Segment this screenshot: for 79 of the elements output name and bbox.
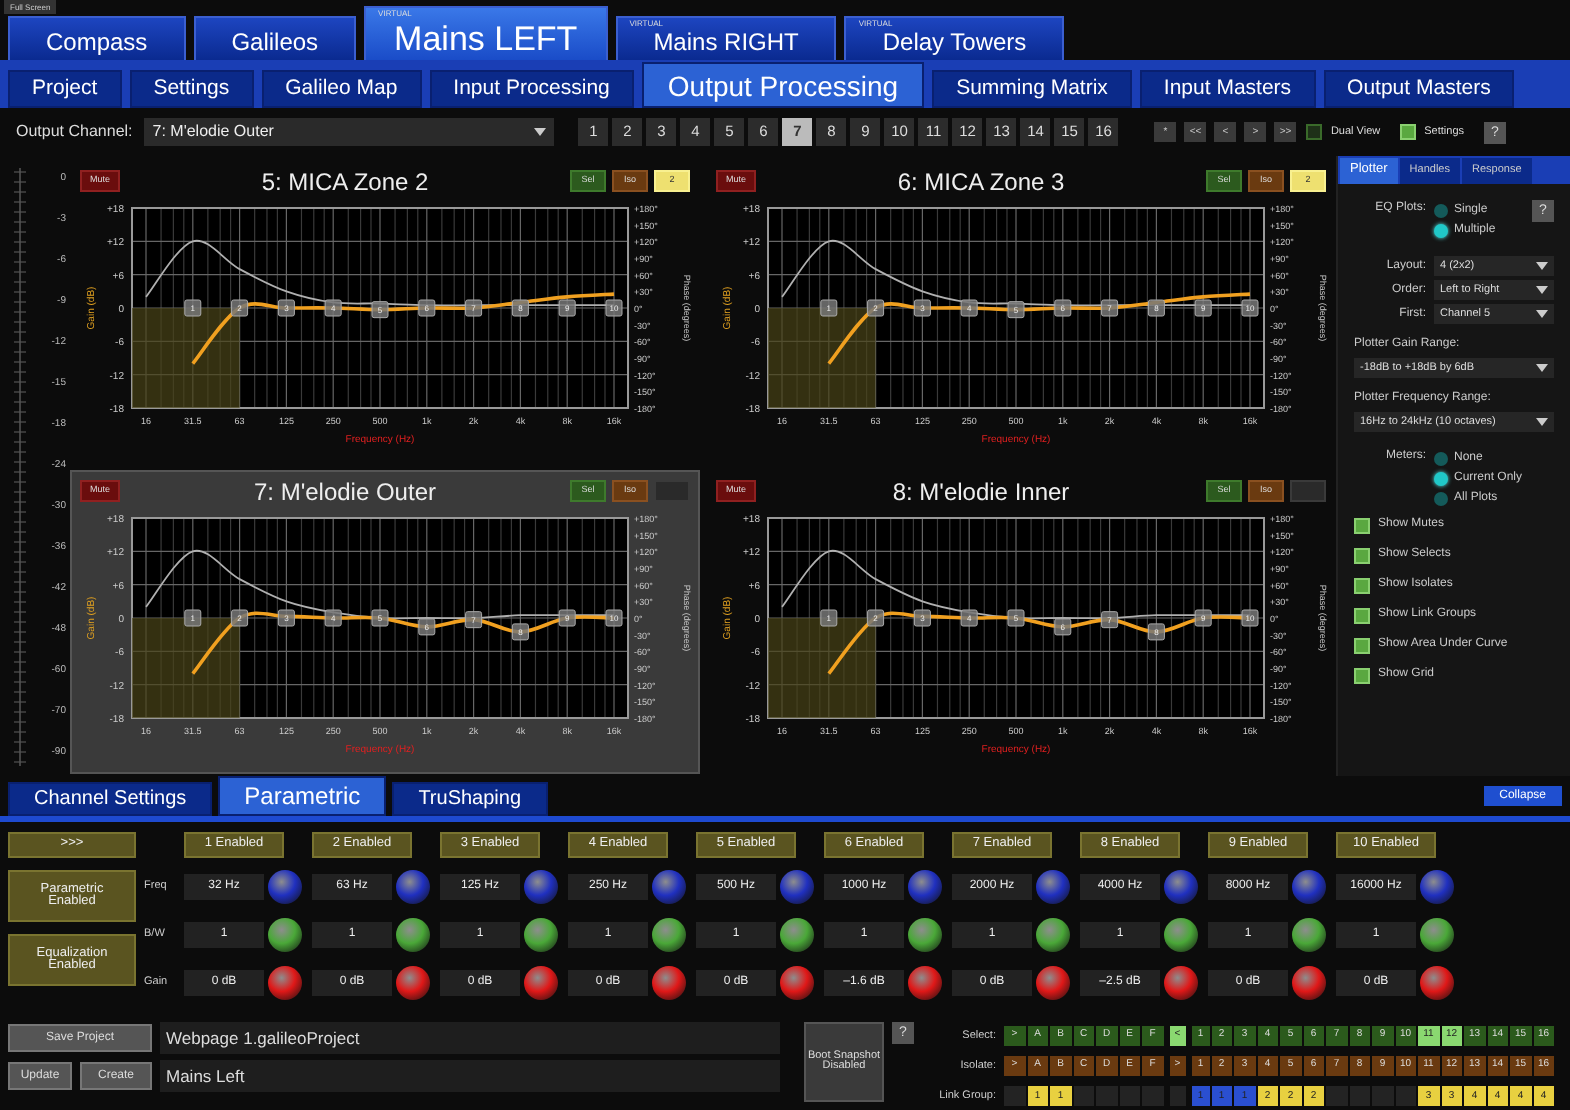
caret-icon (1536, 310, 1548, 318)
gain-knob[interactable] (652, 965, 686, 999)
frequency-knob[interactable] (1420, 869, 1454, 903)
area-under-curve (132, 308, 240, 408)
frequency-knob[interactable] (908, 869, 942, 903)
tab[interactable]: Output Masters (1323, 70, 1515, 108)
tab[interactable]: Parametric (218, 776, 387, 816)
gain-knob[interactable] (268, 965, 302, 999)
frequency-knob[interactable] (1164, 869, 1198, 903)
gain-knob[interactable] (1036, 965, 1070, 999)
gain-knob[interactable] (524, 965, 558, 999)
channel-label: Output Channel: (16, 120, 133, 144)
frequency-knob[interactable] (396, 869, 430, 903)
radio-button[interactable] (1434, 471, 1448, 485)
bandwidth-knob[interactable] (268, 917, 302, 951)
channel-dropdown[interactable]: 7: M'elodie Outer (144, 118, 555, 146)
bandwidth-knob[interactable] (1292, 917, 1326, 951)
tab[interactable]: Project (8, 70, 122, 108)
plot-title: 7: M'elodie Outer (251, 475, 438, 509)
caret-icon (1536, 418, 1548, 426)
project-file-field[interactable]: Webpage 1.galileoProject (160, 1022, 780, 1054)
bandwidth-knob[interactable] (652, 917, 686, 951)
bandwidth-knob[interactable] (396, 917, 430, 951)
area-under-curve (768, 308, 876, 408)
checkbox[interactable] (1354, 517, 1370, 533)
link-group-cell[interactable] (1073, 1086, 1094, 1107)
link-group-cell[interactable] (1395, 1086, 1416, 1107)
plot-title: 5: MICA Zone 2 (259, 165, 431, 199)
checkbox[interactable] (1354, 547, 1370, 563)
area-under-curve (768, 618, 876, 718)
tab[interactable]: Channel Settings (8, 782, 213, 816)
caret-icon (534, 128, 547, 136)
plot-title: 8: M'elodie Inner (890, 475, 1072, 509)
gain-knob[interactable] (780, 965, 814, 999)
bandwidth-knob[interactable] (780, 917, 814, 951)
checkbox[interactable] (1354, 637, 1370, 653)
tab[interactable]: TruShaping (392, 782, 548, 816)
gain-knob[interactable] (1292, 965, 1326, 999)
frequency-knob[interactable] (524, 869, 558, 903)
link-group-cell[interactable] (1326, 1086, 1347, 1107)
tab[interactable]: Galileo Map (261, 70, 422, 108)
frequency-knob[interactable] (1292, 869, 1326, 903)
bandwidth-knob[interactable] (908, 917, 942, 951)
area-under-curve (132, 618, 240, 718)
gain-knob[interactable] (1420, 965, 1454, 999)
tab[interactable]: Input Masters (1139, 70, 1316, 108)
bandwidth-knob[interactable] (524, 917, 558, 951)
radio-button[interactable] (1434, 491, 1448, 505)
checkbox[interactable] (1354, 577, 1370, 593)
tab[interactable]: Compass (8, 16, 186, 60)
radio-button[interactable] (1434, 223, 1448, 237)
radio-button[interactable] (1434, 451, 1448, 465)
tab[interactable]: Input Processing (429, 70, 634, 108)
checkbox[interactable] (1400, 124, 1417, 140)
frequency-knob[interactable] (780, 869, 814, 903)
checkbox[interactable] (1354, 607, 1370, 623)
link-group-cell[interactable] (1004, 1086, 1025, 1107)
gain-knob[interactable] (396, 965, 430, 999)
frequency-knob[interactable] (268, 869, 302, 903)
radio-button[interactable] (1434, 203, 1448, 217)
gain-knob[interactable] (908, 965, 942, 999)
name-field[interactable]: Mains Left (160, 1060, 780, 1092)
gain-knob[interactable] (1164, 965, 1198, 999)
checkbox[interactable] (1354, 667, 1370, 683)
tab[interactable]: Summing Matrix (932, 70, 1132, 108)
bandwidth-knob[interactable] (1164, 917, 1198, 951)
dropdown-value: 7: M'elodie Outer (152, 120, 274, 144)
caret-icon (1536, 262, 1548, 270)
checkbox[interactable] (1306, 124, 1323, 140)
tab[interactable]: Settings (129, 70, 254, 108)
plot-title: 6: MICA Zone 3 (895, 165, 1067, 199)
bandwidth-knob[interactable] (1036, 917, 1070, 951)
frequency-knob[interactable] (652, 869, 686, 903)
caret-icon (1536, 364, 1548, 372)
frequency-knob[interactable] (1036, 869, 1070, 903)
bandwidth-knob[interactable] (1420, 917, 1454, 951)
tab[interactable]: Galileos (193, 16, 357, 60)
tab[interactable]: Output Processing (641, 62, 925, 108)
caret-icon (1536, 286, 1548, 294)
